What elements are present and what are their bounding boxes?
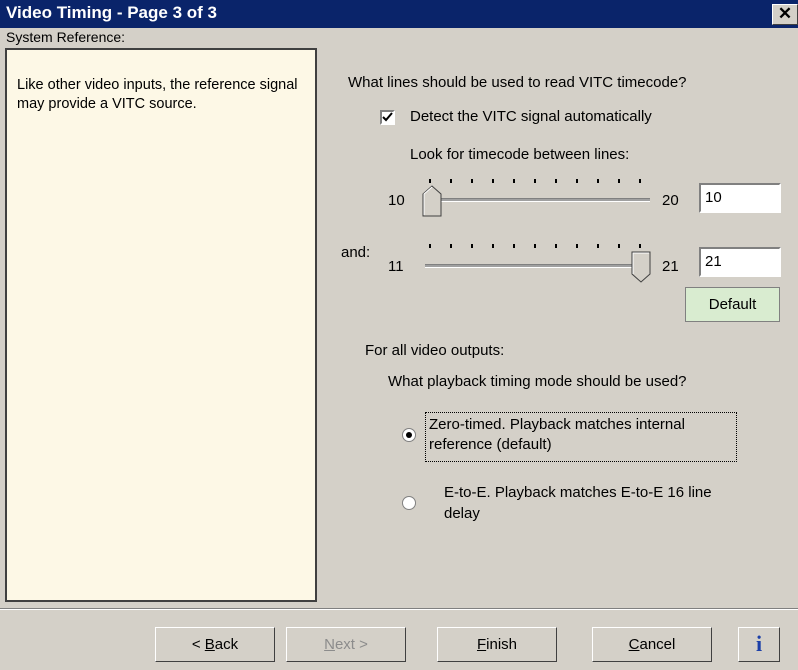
next-accel: N [324, 636, 335, 653]
bottom-separator [0, 608, 798, 610]
slider1-track[interactable] [425, 198, 650, 202]
slider2-thumb[interactable] [631, 251, 651, 283]
zero-timed-label-line2[interactable]: reference (default) [429, 436, 552, 453]
back-prefix: < [191, 636, 205, 653]
back-rest: ack [214, 636, 239, 653]
cancel-rest: ancel [639, 636, 676, 653]
finish-accel: F [476, 636, 487, 653]
radio-zero-timed[interactable] [402, 428, 416, 442]
slider2-min-label: 11 [388, 258, 404, 275]
vitc-question: What lines should be used to read VITC t… [348, 74, 687, 91]
zero-timed-label-line1[interactable]: Zero-timed. Playback matches internal [429, 416, 685, 433]
checkmark-icon [382, 112, 393, 122]
title-bar[interactable]: Video Timing - Page 3 of 3 ✕ [0, 0, 798, 28]
back-accel: B [204, 636, 215, 653]
cancel-accel: C [628, 636, 640, 653]
radio-selected-dot [406, 432, 412, 438]
slider2-ticks [429, 244, 641, 248]
window-title: Video Timing - Page 3 of 3 [6, 3, 217, 22]
cancel-button[interactable]: Cancel [592, 627, 712, 662]
slider2-track[interactable] [425, 264, 650, 268]
auto-detect-checkbox[interactable] [380, 110, 395, 125]
range-label: Look for timecode between lines: [410, 146, 630, 163]
next-button[interactable]: Next > [286, 627, 406, 662]
system-reference-label: System Reference: [6, 29, 126, 45]
info-icon: i [755, 631, 763, 656]
video-timing-dialog: Video Timing - Page 3 of 3 ✕ System Refe… [0, 0, 798, 670]
finish-button[interactable]: Finish [437, 627, 557, 662]
outputs-heading: For all video outputs: [365, 342, 505, 359]
timing-mode-question: What playback timing mode should be used… [388, 373, 687, 390]
slider1-thumb[interactable] [422, 185, 442, 217]
back-button[interactable]: < Back [155, 627, 275, 662]
default-button[interactable]: Default [685, 287, 780, 322]
close-button[interactable]: ✕ [772, 4, 798, 25]
next-rest: ext > [334, 636, 368, 653]
end-line-input[interactable]: 21 [699, 247, 781, 277]
slider1-max-label: 20 [662, 192, 679, 209]
slider1-min-label: 10 [388, 192, 405, 209]
radio-e-to-e[interactable] [402, 496, 416, 510]
finish-rest: inish [486, 636, 518, 653]
slider2-max-label: 21 [662, 258, 679, 275]
close-icon: ✕ [777, 4, 793, 23]
start-line-input[interactable]: 10 [699, 183, 781, 213]
slider1-ticks [429, 179, 641, 183]
e-to-e-label-line1[interactable]: E-to-E. Playback matches E-to-E 16 line [444, 484, 712, 501]
and-label: and: [341, 244, 371, 261]
auto-detect-label[interactable]: Detect the VITC signal automatically [410, 108, 652, 125]
e-to-e-label-line2[interactable]: delay [444, 505, 480, 522]
info-panel: Like other video inputs, the reference s… [5, 48, 317, 602]
info-text: Like other video inputs, the reference s… [17, 77, 298, 112]
info-button[interactable]: i [738, 627, 780, 662]
